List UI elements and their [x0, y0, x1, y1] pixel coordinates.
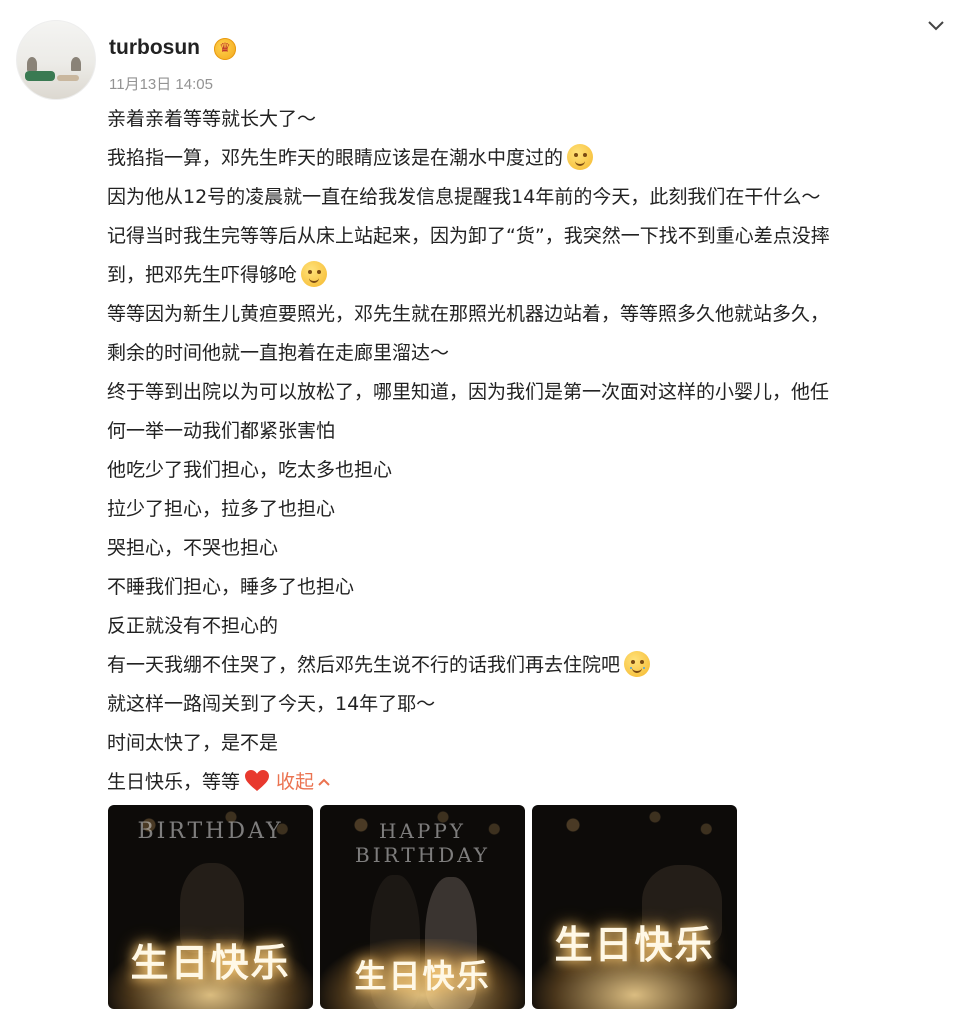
post-line: 我掐指一算，邓先生昨天的眼睛应该是在潮水中度过的: [107, 139, 947, 178]
crying-laugh-emoji-icon: [624, 651, 651, 677]
cake-candle-text: 生日快乐: [554, 923, 715, 967]
post-line: 他吃少了我们担心，吃太多也担心: [107, 459, 393, 481]
string-lights: [532, 805, 737, 845]
cake-candle-text: 生日快乐: [354, 957, 491, 995]
username[interactable]: turbosun: [109, 36, 200, 60]
post-line: 哭担心，不哭也担心: [107, 537, 279, 559]
chevron-down-icon[interactable]: [928, 18, 944, 34]
cake-candle-text: 生日快乐: [130, 941, 291, 985]
post-line: 剩余的时间他就一直抱着在走廊里溜达～: [107, 342, 450, 364]
post-line: 反正就没有不担心的: [107, 615, 279, 637]
vip-crown-icon[interactable]: ♛: [214, 38, 236, 60]
thinking-emoji-icon: [301, 261, 328, 287]
thinking-emoji-icon: [567, 144, 594, 170]
post-line: 就这样一路闯关到了今天，14年了耶～: [107, 693, 436, 715]
post-line: 拉少了担心，拉多了也担心: [107, 498, 336, 520]
post-line: 到，把邓先生吓得够呛: [107, 256, 947, 295]
post-body: 亲着亲着等等就长大了～ 我掐指一算，邓先生昨天的眼睛应该是在潮水中度过的 因为他…: [107, 100, 947, 802]
photo-thumbnail[interactable]: 生日快乐: [532, 805, 737, 1009]
post-line: 生日快乐，等等 收起: [107, 763, 947, 802]
collapse-button[interactable]: 收起: [276, 771, 331, 793]
photo-thumbnail[interactable]: HAPPY BIRTHDAY 生日快乐: [320, 805, 525, 1009]
chevron-up-icon: [318, 778, 330, 786]
avatar-tree-shape: [27, 57, 37, 71]
avatar-vehicle-shape: [25, 71, 55, 81]
heart-icon: [245, 770, 270, 791]
post-line: 有一天我绷不住哭了，然后邓先生说不行的话我们再去住院吧: [107, 646, 947, 685]
post-line: 等等因为新生儿黄疸要照光，邓先生就在那照光机器边站着，等等照多久他就站多久，: [107, 303, 830, 325]
post-line: 不睡我们担心，睡多了也担心: [107, 576, 355, 598]
avatar[interactable]: [16, 20, 96, 100]
balloon-letters: HAPPY BIRTHDAY: [355, 819, 490, 867]
post-line: 终于等到出院以为可以放松了，哪里知道，因为我们是第一次面对这样的小婴儿，他任: [107, 381, 830, 403]
balloon-letters: BIRTHDAY: [137, 819, 284, 844]
post-line: 时间太快了，是不是: [107, 732, 279, 754]
avatar-tree-shape: [71, 57, 81, 71]
post-line: 记得当时我生完等等后从床上站起来，因为卸了“货”，我突然一下找不到重心差点没摔: [107, 225, 830, 247]
post-line: 因为他从12号的凌晨就一直在给我发信息提醒我14年前的今天，此刻我们在干什么～: [107, 186, 821, 208]
avatar-sled-shape: [57, 75, 79, 81]
post-line: 亲着亲着等等就长大了～: [107, 108, 317, 130]
post-timestamp[interactable]: 11月13日 14:05: [109, 73, 213, 94]
photo-thumbnail[interactable]: BIRTHDAY 生日快乐: [108, 805, 313, 1009]
post-line: 何一举一动我们都紧张害怕: [107, 420, 336, 442]
